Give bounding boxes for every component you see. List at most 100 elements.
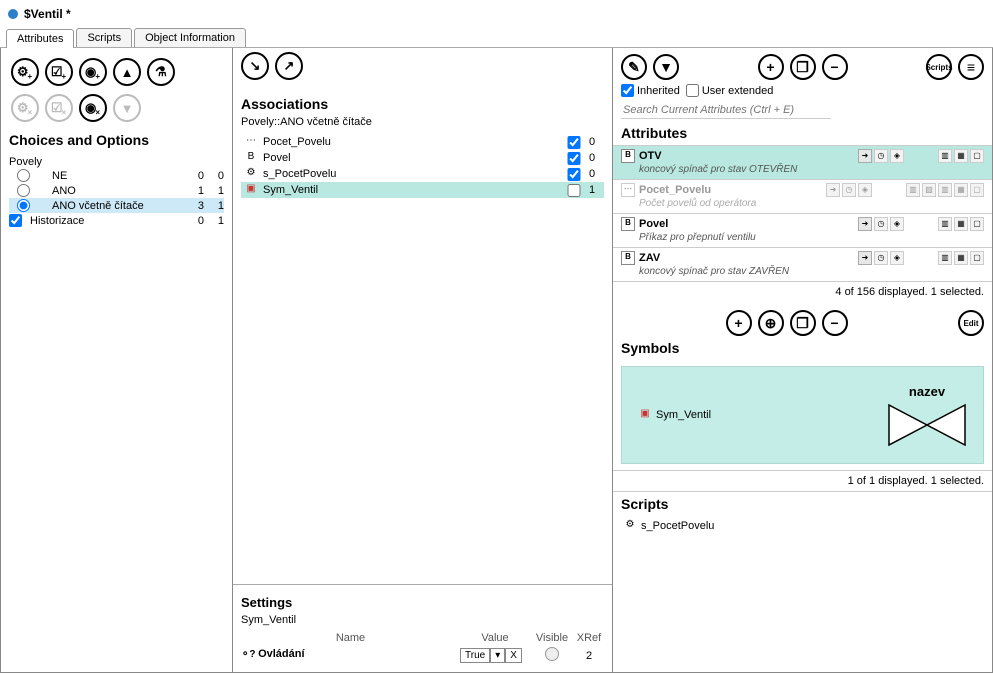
sym-copy-icon[interactable]: ❐ [790,310,816,336]
option-ne[interactable]: NE 0 0 [9,168,224,183]
badge-box-icon[interactable]: ▢ [970,251,984,265]
clear-icon[interactable]: X [505,648,522,663]
badge-b5-icon[interactable]: ▢ [970,183,984,197]
sym-add2-icon[interactable]: ⊕ [758,310,784,336]
badge-arrow-icon[interactable]: ➜ [826,183,840,197]
symbol-icon: ▣ [638,408,652,422]
attr-otv[interactable]: B OTV ➜ ◷ ◈ ▥ ▦ ▢ koncový spínač pro sta… [613,145,992,179]
symbols-toolbar: + ⊕ ❐ − Edit [613,302,992,338]
assoc-row-pocet[interactable]: ⋯ Pocet_Povelu 0 [241,134,604,150]
row-check[interactable] [566,136,582,149]
assoc-row-povel[interactable]: B Povel 0 [241,150,604,166]
assoc-row-symventil[interactable]: ▣ Sym_Ventil 1 [241,182,604,198]
row-name: Pocet_Povelu [263,136,566,148]
tab-attributes[interactable]: Attributes [6,29,74,48]
option-ne-c2: 0 [204,170,224,182]
badge-tag-icon[interactable]: ◈ [858,183,872,197]
attr-type-icon: B [621,251,635,265]
col-xref: XRef [574,632,604,644]
del-dot-icon[interactable]: ◉× [79,94,107,122]
filter-icon[interactable]: ▼ [653,54,679,80]
tab-scripts[interactable]: Scripts [76,28,132,47]
option-ne-radio[interactable] [17,169,30,182]
inherited-checkbox[interactable]: Inherited [621,84,680,97]
setting-row-icon: ⚬? [241,649,255,663]
dropdown-icon[interactable]: ▾ [490,648,505,663]
copy-icon[interactable]: ❐ [790,54,816,80]
row-check[interactable] [566,152,582,165]
add-check-icon[interactable]: ☑+ [45,58,73,86]
inherited-box[interactable] [621,84,634,97]
expand-in-icon[interactable]: ↘ [241,52,269,80]
row-check[interactable] [566,168,582,181]
attr-zav[interactable]: B ZAV ➜ ◷ ◈ ▥ ▦ ▢ koncový spínač pro sta… [613,247,992,281]
badge-box-icon[interactable]: ▢ [970,217,984,231]
badge-chart2-icon[interactable]: ▦ [954,251,968,265]
badge-chart1-icon[interactable]: ▥ [938,217,952,231]
script-row[interactable]: ⚙ s_PocetPovelu [621,516,984,536]
badge-box-icon[interactable]: ▢ [970,149,984,163]
badge-arrow-icon[interactable]: ➜ [858,149,872,163]
choices-panel: ⚙+ ☑+ ◉+ ▲ ⚗ ⚙× ☑× ◉× ▼ Choices and Opti… [0,48,233,673]
badge-tag-icon[interactable]: ◈ [890,149,904,163]
sym-edit-button[interactable]: Edit [958,310,984,336]
col-value: Value [460,632,530,644]
badge-b4-icon[interactable]: ▦ [954,183,968,197]
badge-arrow-icon[interactable]: ➜ [858,251,872,265]
expand-out-icon[interactable]: ↗ [275,52,303,80]
attr-pocet[interactable]: ⋯ Pocet_Povelu ➜ ◷ ◈ ▥ ▧ ▥ ▦ ▢ Počet pov… [613,179,992,213]
option-ano-radio[interactable] [17,184,30,197]
badge-tag-icon[interactable]: ◈ [890,217,904,231]
row-check[interactable] [566,184,582,197]
user-extended-box[interactable] [686,84,699,97]
attr-badges: ➜ ◷ ◈ ▥ ▦ ▢ [858,251,984,265]
assoc-toolbar: ↘ ↗ [233,48,612,84]
option-ne-c1: 0 [184,170,204,182]
add-icon[interactable]: + [758,54,784,80]
sym-add-icon[interactable]: + [726,310,752,336]
badge-clock-icon[interactable]: ◷ [874,251,888,265]
option-ano[interactable]: ANO 1 1 [9,183,224,198]
badge-arrow-icon[interactable]: ➜ [858,217,872,231]
add-gears-icon[interactable]: ⚙+ [11,58,39,86]
check-historizace-box[interactable] [9,214,22,227]
flask-icon[interactable]: ⚗ [147,58,175,86]
add-dot-icon[interactable]: ◉+ [79,58,107,86]
sym-remove-icon[interactable]: − [822,310,848,336]
badge-b2-icon[interactable]: ▧ [922,183,936,197]
search-input[interactable] [621,102,831,119]
check-historizace[interactable]: Historizace 0 1 [9,213,224,228]
badge-clock-icon[interactable]: ◷ [842,183,856,197]
assoc-row-spocet[interactable]: ⚙ s_PocetPovelu 0 [241,166,604,182]
option-ano-citace-radio[interactable] [17,199,30,212]
badge-chart1-icon[interactable]: ▥ [938,149,952,163]
badge-b1-icon[interactable]: ▥ [906,183,920,197]
list-icon[interactable]: ≡ [958,54,984,80]
up-arrow-icon[interactable]: ▲ [113,58,141,86]
wand-icon[interactable]: ✎ [621,54,647,80]
attr-type-icon: B [621,149,635,163]
option-ano-citace[interactable]: ANO včetně čítače 3 1 [9,198,224,213]
badge-clock-icon[interactable]: ◷ [874,149,888,163]
inherited-label: Inherited [637,85,680,97]
value-selector[interactable]: True ▾ X [460,648,530,663]
scripts-button[interactable]: Scripts [926,54,952,80]
script-icon: ⚙ [623,519,637,533]
badge-chart2-icon[interactable]: ▦ [954,149,968,163]
attr-desc: Příkaz pro přepnutí ventilu [639,232,984,243]
badge-chart2-icon[interactable]: ▦ [954,217,968,231]
symbol-canvas[interactable]: ▣ Sym_Ventil nazev [621,366,984,464]
row-count: 1 [582,184,602,196]
associations-panel: ↘ ↗ Associations Povely::ANO včetně číta… [233,48,613,673]
tab-object-info[interactable]: Object Information [134,28,246,47]
user-extended-checkbox[interactable]: User extended [686,84,774,97]
badge-tag-icon[interactable]: ◈ [890,251,904,265]
choices-heading: Choices and Options [9,132,224,148]
badge-b3-icon[interactable]: ▥ [938,183,952,197]
visible-toggle-icon[interactable] [545,647,559,661]
badge-chart1-icon[interactable]: ▥ [938,251,952,265]
remove-icon[interactable]: − [822,54,848,80]
badge-clock-icon[interactable]: ◷ [874,217,888,231]
attr-povel[interactable]: B Povel ➜ ◷ ◈ ▥ ▦ ▢ Příkaz pro přepnutí … [613,213,992,247]
settings-data-row[interactable]: ⚬? Ovládání True ▾ X 2 [241,647,604,664]
